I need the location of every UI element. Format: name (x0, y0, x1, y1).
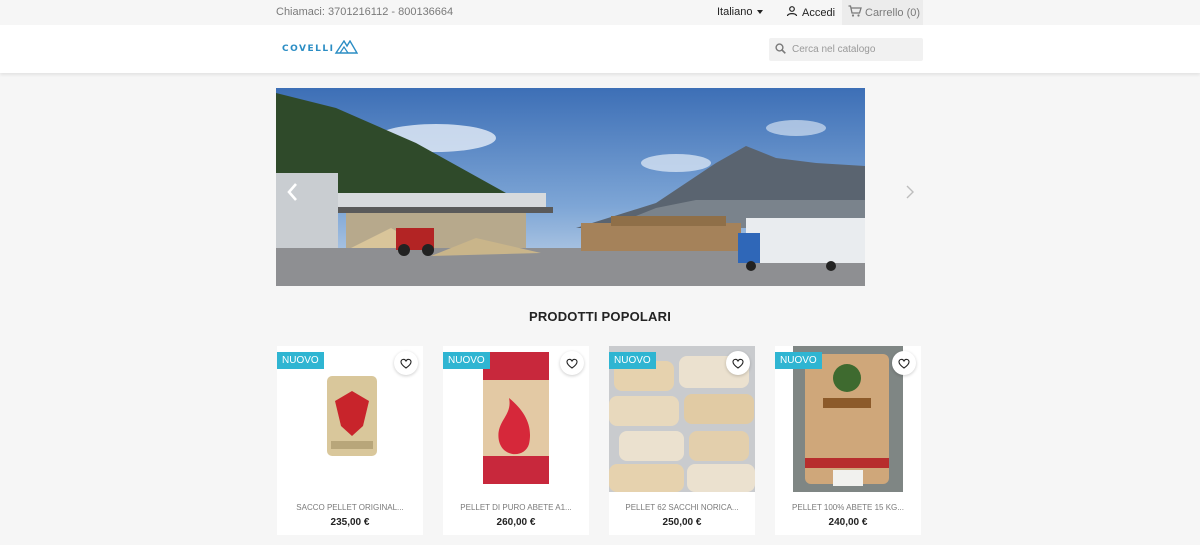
product-price: 235,00 € (330, 517, 370, 528)
hero-slider-image[interactable] (276, 88, 865, 286)
new-badge: NUOVO (443, 352, 490, 369)
product-card-2[interactable]: NUOVO PELLET DI PURO ABETE A1... 260,00 … (443, 346, 589, 535)
slider-prev-arrow-icon[interactable] (284, 180, 300, 204)
logo-text: COVELLI (282, 44, 335, 54)
product-name[interactable]: PELLET 100% ABETE 15 KG... (775, 503, 921, 512)
heart-icon[interactable] (726, 351, 750, 375)
user-icon (786, 5, 798, 20)
product-price: 240,00 € (828, 517, 868, 528)
top-bar: Chiamaci: 3701216112 - 800136664 Italian… (0, 0, 1200, 25)
new-badge: NUOVO (277, 352, 324, 369)
contact-phone: Chiamaci: 3701216112 - 800136664 (276, 6, 454, 18)
heart-icon[interactable] (560, 351, 584, 375)
heart-icon[interactable] (394, 351, 418, 375)
new-badge: NUOVO (775, 352, 822, 369)
login-label: Accedi (802, 6, 836, 19)
site-logo[interactable]: COVELLI (282, 39, 359, 59)
new-badge: NUOVO (609, 352, 656, 369)
search-icon[interactable] (775, 41, 786, 59)
language-label: Italiano (717, 6, 753, 18)
chevron-down-icon (757, 10, 764, 14)
site-header: COVELLI (0, 25, 1200, 73)
heart-icon[interactable] (892, 351, 916, 375)
cart-label: Carrello (0) (865, 6, 921, 19)
product-card-1[interactable]: NUOVO SACCO PELLET ORIGINAL... 235,00 € (277, 346, 423, 535)
product-name[interactable]: SACCO PELLET ORIGINAL... (277, 503, 423, 512)
product-card-4[interactable]: NUOVO PELLET 100% ABETE 15 KG... 240,00 … (775, 346, 921, 535)
product-name[interactable]: PELLET DI PURO ABETE A1... (443, 503, 589, 512)
product-card-3[interactable]: NUOVO PELLET 62 SACCHI NORICA... 250,00 … (609, 346, 755, 535)
product-name[interactable]: PELLET 62 SACCHI NORICA... (609, 503, 755, 512)
section-title-popular-products: PRODOTTI POPOLARI (528, 309, 672, 324)
search-input[interactable] (792, 44, 912, 55)
shopping-cart-icon (848, 5, 862, 20)
language-selector[interactable]: Italiano (717, 6, 764, 18)
cart-button[interactable]: Carrello (0) (842, 0, 923, 25)
search-box (769, 38, 923, 61)
product-price: 260,00 € (496, 517, 536, 528)
logo-mark-icon (334, 39, 359, 59)
login-link[interactable]: Accedi (786, 5, 835, 20)
slider-next-arrow-icon[interactable] (903, 180, 919, 204)
product-price: 250,00 € (662, 517, 702, 528)
